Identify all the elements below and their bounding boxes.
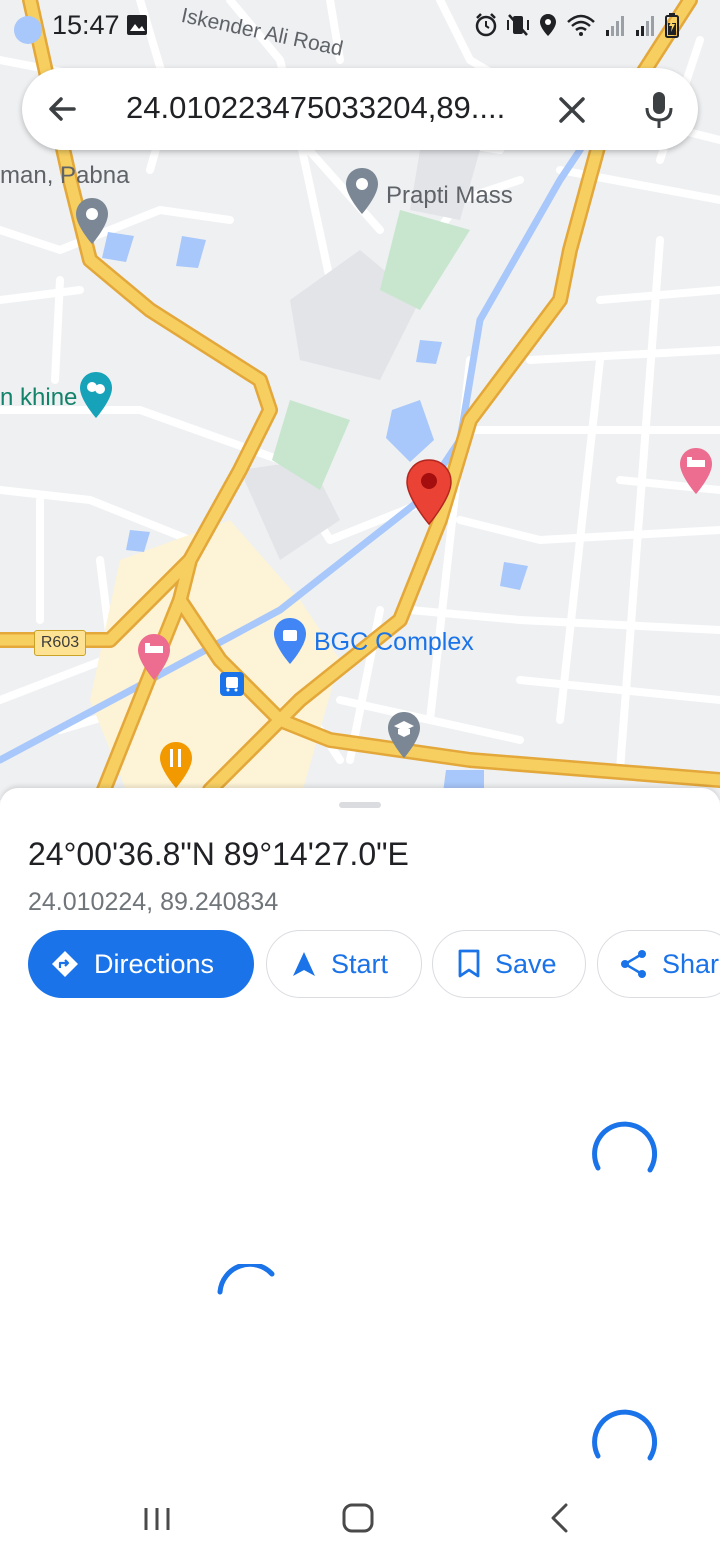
mic-icon[interactable]: [638, 88, 680, 130]
coordinates-decimal: 24.010224, 89.240834: [28, 888, 279, 916]
bookmark-icon: [458, 949, 480, 978]
share-label: Share: [662, 948, 720, 979]
place-pin-icon[interactable]: [74, 196, 110, 248]
place-sheet[interactable]: 24°00'36.8"N 89°14'27.0"E 24.010224, 89.…: [0, 788, 720, 1480]
save-button[interactable]: Save: [432, 930, 586, 998]
search-input[interactable]: 24.010223475033204,89....: [126, 90, 556, 126]
place-pin-icon[interactable]: [344, 166, 380, 218]
place-label-bgc[interactable]: BGC Complex: [314, 628, 474, 657]
place-label-pabna[interactable]: man, Pabna: [0, 162, 129, 190]
drag-handle[interactable]: [339, 802, 381, 808]
wifi-icon: [567, 14, 595, 36]
shopping-pin-icon[interactable]: [272, 616, 308, 668]
directions-icon: [52, 951, 78, 977]
status-icons: [474, 12, 680, 38]
hotel-pin-icon[interactable]: [678, 446, 714, 498]
road-shield: R603: [34, 630, 86, 656]
loading-spinner-icon: [592, 1121, 658, 1173]
hotel-pin-icon[interactable]: [136, 632, 172, 684]
place-label-prapti[interactable]: Prapti Mass: [386, 182, 513, 210]
loading-spinner-icon: [592, 1409, 658, 1461]
back-icon[interactable]: [544, 1500, 574, 1536]
start-label: Start: [331, 948, 389, 979]
location-dot-icon: [14, 16, 42, 44]
status-bar: 15:47: [0, 0, 720, 52]
bus-stop-icon[interactable]: [220, 672, 244, 696]
share-icon: [621, 950, 646, 978]
back-arrow-icon[interactable]: [44, 91, 80, 127]
save-label: Save: [495, 948, 557, 979]
recent-apps-icon[interactable]: [140, 1500, 174, 1536]
close-icon[interactable]: [552, 90, 592, 130]
alarm-icon: [475, 13, 497, 37]
directions-label: Directions: [94, 948, 215, 979]
signal-icon: [606, 16, 624, 36]
coordinates-dms: 24°00'36.8"N 89°14'27.0"E: [28, 836, 409, 872]
start-button[interactable]: Start: [266, 930, 422, 998]
restaurant-pin-icon[interactable]: [158, 740, 194, 792]
selected-location-pin-icon[interactable]: [405, 458, 453, 526]
gallery-icon: [127, 15, 147, 35]
loading-spinner-icon: [217, 1264, 275, 1295]
school-pin-icon[interactable]: [386, 710, 422, 762]
home-icon[interactable]: [340, 1500, 376, 1536]
vibrate-mute-icon: [507, 14, 529, 36]
map-view[interactable]: Iskender Ali Road man, Pabna Prapti Mass…: [0, 0, 720, 800]
place-label-khine[interactable]: n khine: [0, 384, 77, 412]
status-time: 15:47: [52, 10, 120, 40]
location-icon: [540, 14, 556, 36]
search-bar[interactable]: 24.010223475033204,89....: [22, 68, 698, 150]
theater-pin-icon[interactable]: [78, 370, 114, 422]
share-button[interactable]: Share: [597, 930, 720, 998]
directions-button[interactable]: Directions: [28, 930, 254, 998]
battery-icon: [665, 13, 679, 38]
navigation-arrow-icon: [293, 952, 315, 976]
signal-icon: [636, 16, 654, 36]
system-nav-bar: [0, 1480, 720, 1560]
